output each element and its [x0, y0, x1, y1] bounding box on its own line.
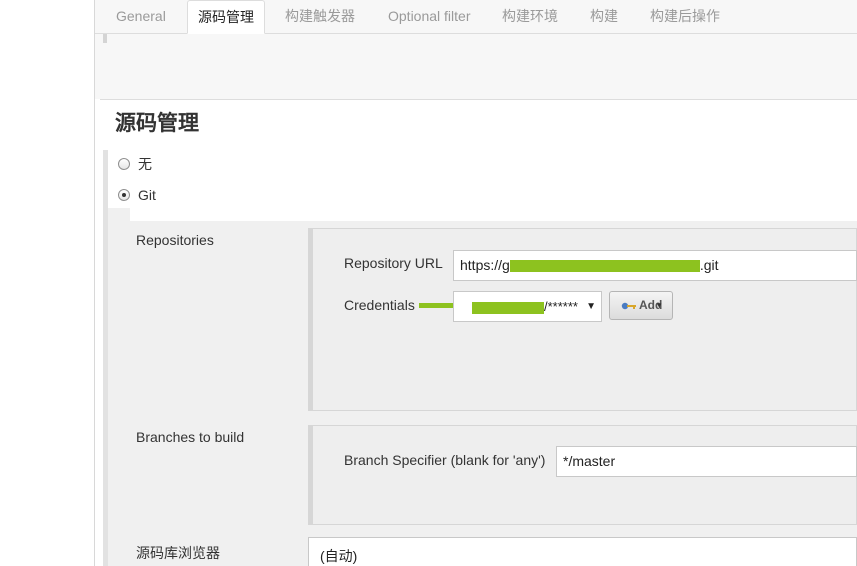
credentials-select[interactable]: /****** ▼ — [453, 291, 602, 322]
git-panel-header-gap — [108, 208, 857, 221]
tab-post-build-actions[interactable]: 构建后操作 — [650, 0, 720, 33]
select-arrow-icon: ▼ — [586, 301, 596, 312]
credentials-value: /****** — [544, 299, 578, 314]
section-title: 源码管理 — [115, 112, 199, 135]
credentials-redaction — [472, 301, 544, 314]
branches-label: Branches to build — [136, 429, 245, 445]
tab-optional-filter[interactable]: Optional filter — [388, 0, 470, 33]
url-redaction — [509, 260, 700, 273]
jenkins-config-page: General 源码管理 构建触发器 Optional filter 构建环境 … — [0, 0, 857, 566]
credentials-label: Credentials — [344, 297, 415, 313]
tab-build-triggers[interactable]: 构建触发器 — [285, 0, 355, 33]
previous-section-area — [95, 34, 857, 99]
key-icon — [621, 302, 636, 310]
repository-url-suffix: .git — [699, 257, 719, 273]
repository-url-input[interactable]: https://g .git — [453, 250, 857, 281]
tab-source-code-management[interactable]: 源码管理 — [187, 0, 265, 34]
radio-button-git[interactable] — [118, 189, 130, 201]
chevron-down-icon: ▾ — [657, 300, 662, 310]
config-tab-bar: General 源码管理 构建触发器 Optional filter 构建环境 … — [95, 0, 857, 34]
repository-browser-label: 源码库浏览器 — [136, 545, 220, 561]
branch-specifier-label: Branch Specifier (blank for 'any') — [344, 452, 546, 468]
repository-url-prefix: https://g — [460, 257, 510, 273]
section-divider — [100, 99, 857, 100]
branch-specifier-input[interactable]: */master — [556, 446, 857, 477]
repository-browser-select[interactable]: (自动) — [308, 537, 857, 566]
radio-button-none[interactable] — [118, 158, 130, 170]
add-credentials-button[interactable]: Add ▾ — [609, 291, 673, 320]
scm-option-git[interactable]: Git — [118, 185, 156, 205]
scm-option-git-label: Git — [138, 187, 156, 203]
tab-build[interactable]: 构建 — [590, 0, 618, 33]
tab-build-environment[interactable]: 构建环境 — [502, 0, 558, 33]
section-marker — [103, 34, 107, 43]
repositories-label: Repositories — [136, 232, 214, 248]
git-panel-notch — [108, 208, 130, 221]
scm-option-none-label: 无 — [138, 156, 152, 172]
repository-url-label: Repository URL — [344, 255, 443, 271]
scm-option-none[interactable]: 无 — [118, 154, 152, 174]
tab-general[interactable]: General — [116, 0, 166, 33]
